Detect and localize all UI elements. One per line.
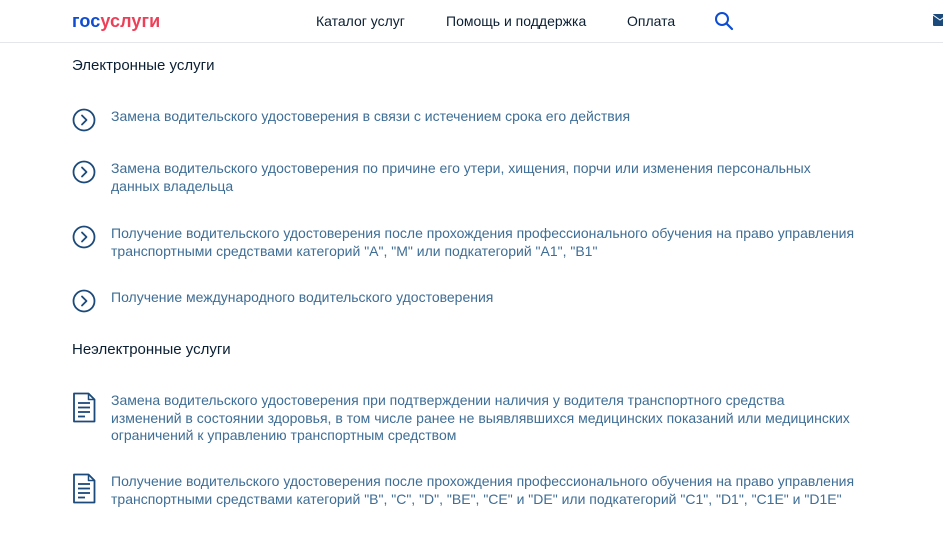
- document-icon: [73, 473, 96, 504]
- service-item[interactable]: Получение международного водительского у…: [72, 288, 862, 314]
- section-title-electronic: Электронные услуги: [72, 57, 215, 74]
- service-item[interactable]: Замена водительского удостоверения по пр…: [72, 159, 862, 195]
- gosuslugi-logo[interactable]: госуслуги: [72, 10, 160, 32]
- service-item[interactable]: Замена водительского удостоверения в свя…: [72, 107, 862, 133]
- page: госуслуги Каталог услуг Помощь и поддерж…: [0, 0, 943, 542]
- header: госуслуги Каталог услуг Помощь и поддерж…: [0, 0, 943, 43]
- service-item[interactable]: Получение водительского удостоверения по…: [72, 472, 862, 526]
- search-icon[interactable]: [714, 11, 734, 31]
- service-link[interactable]: Получение водительского удостоверения по…: [111, 473, 856, 508]
- section-title-non-electronic: Неэлектронные услуги: [72, 341, 231, 358]
- logo-part-gos: гос: [72, 11, 101, 31]
- chevron-right-circle-icon: [72, 225, 96, 249]
- service-item[interactable]: Получение водительского удостоверения по…: [72, 224, 862, 260]
- nav-catalog-link[interactable]: Каталог услуг: [316, 13, 405, 29]
- logo-part-uslugi: услуги: [100, 11, 161, 31]
- service-item[interactable]: Замена водительского удостоверения при п…: [72, 391, 862, 445]
- chevron-right-circle-icon: [72, 108, 96, 132]
- service-link[interactable]: Замена водительского удостоверения при п…: [111, 392, 856, 445]
- nav-payment-link[interactable]: Оплата: [627, 13, 675, 29]
- mail-icon[interactable]: [933, 14, 943, 26]
- nav-help-link[interactable]: Помощь и поддержка: [446, 13, 586, 29]
- service-link[interactable]: Замена водительского удостоверения в свя…: [111, 108, 856, 126]
- service-link[interactable]: Получение водительского удостоверения по…: [111, 225, 856, 260]
- document-icon: [73, 392, 96, 423]
- chevron-right-circle-icon: [72, 289, 96, 313]
- service-link[interactable]: Получение международного водительского у…: [111, 289, 856, 307]
- chevron-right-circle-icon: [72, 160, 96, 184]
- service-link[interactable]: Замена водительского удостоверения по пр…: [111, 160, 856, 195]
